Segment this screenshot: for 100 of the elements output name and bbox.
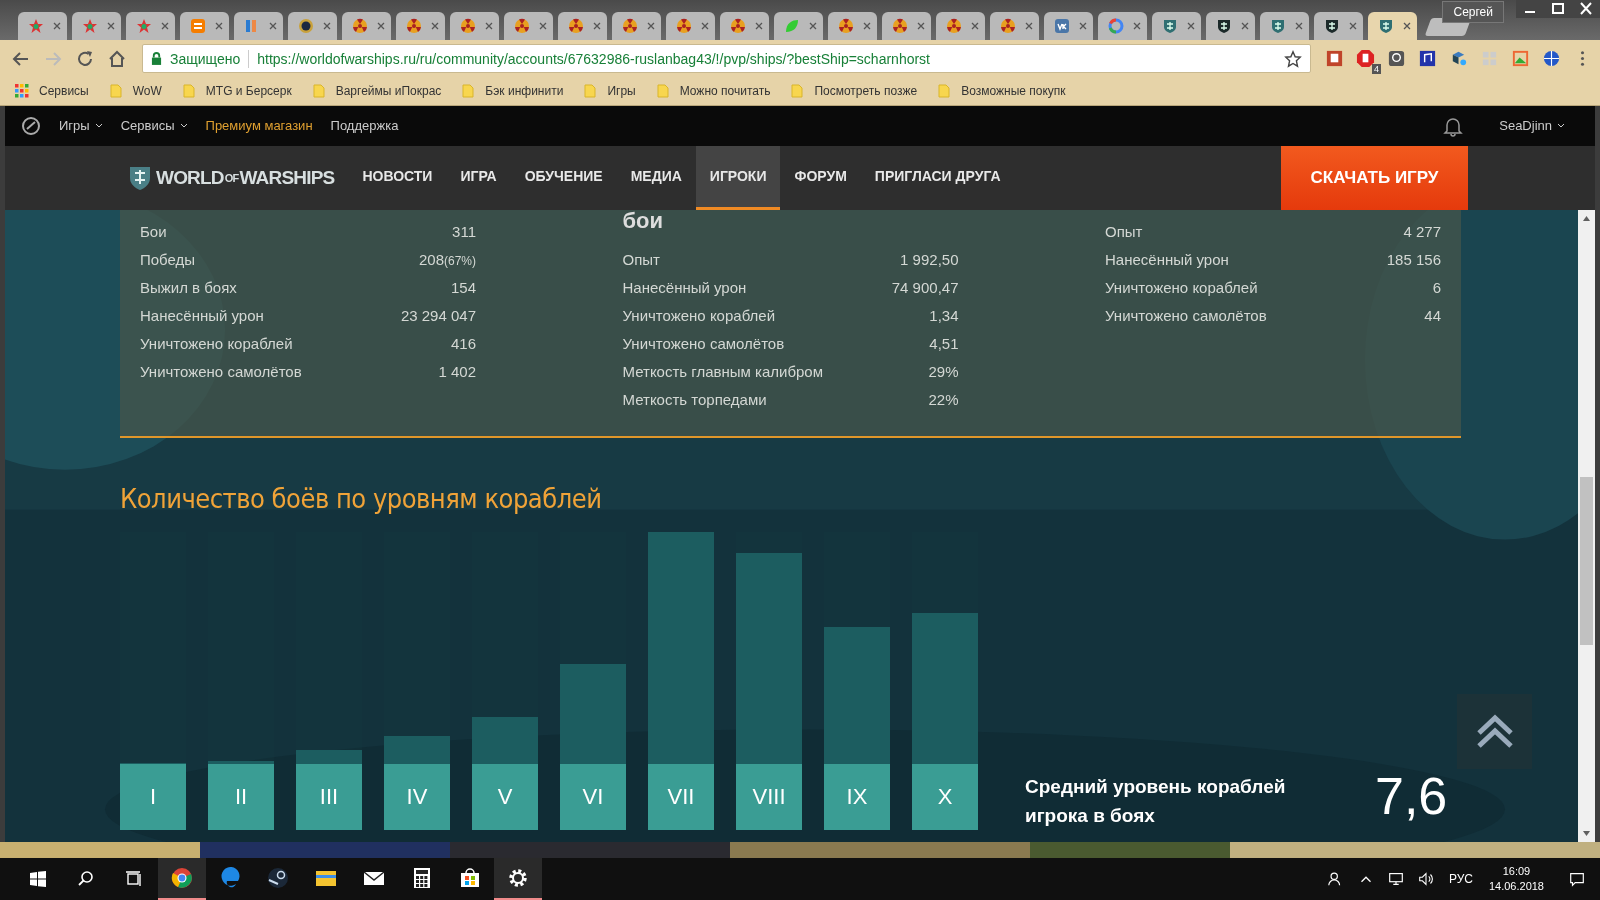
music-icon[interactable]	[1418, 49, 1437, 69]
shield-icon	[1216, 17, 1232, 34]
nav-tab[interactable]: НОВОСТИ	[348, 145, 447, 210]
radiation-icon	[676, 17, 692, 34]
lock-icon	[151, 52, 162, 66]
bookmark-label[interactable]: Сервисы	[39, 84, 89, 99]
star-icon	[28, 17, 44, 34]
browser-tab[interactable]	[990, 11, 1039, 40]
folder-icon	[311, 84, 326, 99]
browser-tab[interactable]	[774, 11, 823, 40]
scrollbar[interactable]	[1578, 209, 1595, 842]
chevron-down-icon	[179, 123, 188, 129]
bookmark-label[interactable]: Бэк инфинити	[485, 84, 564, 99]
nav-tab[interactable]: ИГРА	[446, 145, 511, 210]
user-menu[interactable]: SeaDjinn	[1499, 118, 1565, 134]
browser-tab[interactable]	[1206, 11, 1255, 40]
browser-tab[interactable]	[1368, 11, 1417, 40]
browser-tab[interactable]	[1098, 11, 1147, 40]
language-indicator[interactable]: РУС	[1448, 872, 1473, 886]
chevron-down-icon	[1557, 123, 1565, 129]
browser-tab[interactable]	[72, 11, 121, 40]
settings-button[interactable]	[494, 858, 542, 900]
home-icon[interactable]	[107, 48, 127, 69]
task-view-icon[interactable]	[124, 869, 144, 889]
stop-sign-icon[interactable]	[1356, 49, 1375, 69]
volume-icon[interactable]	[1416, 870, 1435, 888]
download-button[interactable]: СКАЧАТЬ ИГРУ	[1281, 145, 1468, 210]
browser-tab[interactable]	[126, 11, 175, 40]
store-icon	[458, 866, 482, 890]
notifications-icon[interactable]	[1568, 870, 1586, 888]
clock-date[interactable]: 14.06.2018	[1488, 879, 1544, 894]
browser-tab[interactable]	[1152, 11, 1201, 40]
taskbar-app[interactable]	[158, 858, 206, 900]
start-icon[interactable]	[28, 869, 48, 889]
browser-tab[interactable]	[666, 11, 715, 40]
radiation-icon	[460, 17, 476, 34]
bookmark-label[interactable]: MTG и Берсерк	[205, 84, 292, 99]
folder-icon	[790, 84, 805, 99]
nav-tab[interactable]: ПРИГЛАСИ ДРУГА	[860, 145, 1015, 210]
folder-icon	[583, 84, 598, 99]
bookmark-star-icon[interactable]	[1284, 49, 1302, 68]
image-icon[interactable]	[1511, 49, 1530, 69]
site-menu-link[interactable]: Игры	[59, 118, 103, 134]
browser-tab[interactable]	[450, 11, 499, 40]
extension-icon[interactable]	[1325, 49, 1344, 69]
site-logo[interactable]: WORLDOFWARSHIPS	[128, 145, 335, 210]
bookmark-label[interactable]: Варгеймы иПокрас	[335, 84, 442, 99]
browser-tab[interactable]	[882, 11, 931, 40]
nav-tab[interactable]: ИГРОКИ	[695, 145, 781, 210]
bookmark-label[interactable]: Возможные покупк	[961, 84, 1066, 99]
chrome-icon	[170, 866, 194, 890]
radiation-icon	[838, 17, 854, 34]
browser-tab[interactable]	[180, 11, 229, 40]
folder-icon	[461, 84, 476, 99]
site-menu-link[interactable]: Сервисы	[120, 118, 188, 134]
globe-icon[interactable]	[1542, 49, 1561, 69]
radiation-icon	[568, 17, 584, 34]
wargaming-logo[interactable]	[21, 115, 41, 136]
profile-button[interactable]: Сергей	[1442, 1, 1504, 23]
browser-tab[interactable]	[288, 11, 337, 40]
shield-icon	[1162, 17, 1178, 34]
browser-tab[interactable]	[234, 11, 283, 40]
folder-icon	[108, 84, 123, 99]
bulb-icon[interactable]	[1387, 49, 1406, 69]
browser-tab[interactable]	[828, 11, 877, 40]
emblem-icon	[298, 17, 314, 34]
clock-time[interactable]: 16:09	[1502, 864, 1531, 879]
browser-tab[interactable]	[504, 11, 553, 40]
radiation-icon	[622, 17, 638, 34]
browser-tab[interactable]	[1260, 11, 1309, 40]
browser-tab[interactable]	[612, 11, 661, 40]
nav-tab[interactable]: ФОРУМ	[780, 145, 861, 210]
close-icon[interactable]	[1402, 20, 1412, 31]
browser-tab[interactable]	[720, 11, 769, 40]
site-menu-link[interactable]: Поддержка	[330, 118, 399, 134]
blog-icon	[190, 17, 206, 34]
bookmark-label[interactable]: Можно почитать	[679, 84, 771, 99]
bookmark-label[interactable]: WoW	[132, 84, 162, 99]
scrollbar-thumb[interactable]	[1580, 476, 1593, 645]
browser-tab[interactable]	[936, 11, 985, 40]
browser-tab[interactable]	[1314, 11, 1363, 40]
browser-tab[interactable]	[342, 11, 391, 40]
extension-badge: 4	[1372, 64, 1381, 75]
radiation-icon	[730, 17, 746, 34]
shield-icon	[1378, 17, 1394, 34]
folder-icon	[655, 84, 670, 99]
browser-tab[interactable]	[396, 11, 445, 40]
vk-icon	[1054, 17, 1070, 34]
bookmark-label[interactable]: Игры	[607, 84, 636, 99]
browser-tab[interactable]	[18, 11, 67, 40]
address-bar[interactable]: Защищено https://worldofwarships.ru/ru/community/accounts/67632986-ruslanbag43/!/pvp/ships/?bestShip=scharnhorst	[142, 44, 1311, 74]
nav-tab[interactable]: ОБУЧЕНИЕ	[510, 145, 617, 210]
site-menu-link[interactable]: Премиум магазин	[205, 118, 313, 134]
network-icon[interactable]	[1386, 870, 1405, 888]
bookmark-label[interactable]: Посмотреть позже	[814, 84, 918, 99]
nav-tab[interactable]: МЕДИА	[616, 145, 696, 210]
star-icon	[82, 17, 98, 34]
browser-tab[interactable]	[558, 11, 607, 40]
browser-tab[interactable]	[1044, 11, 1093, 40]
reload-icon[interactable]	[75, 48, 95, 69]
